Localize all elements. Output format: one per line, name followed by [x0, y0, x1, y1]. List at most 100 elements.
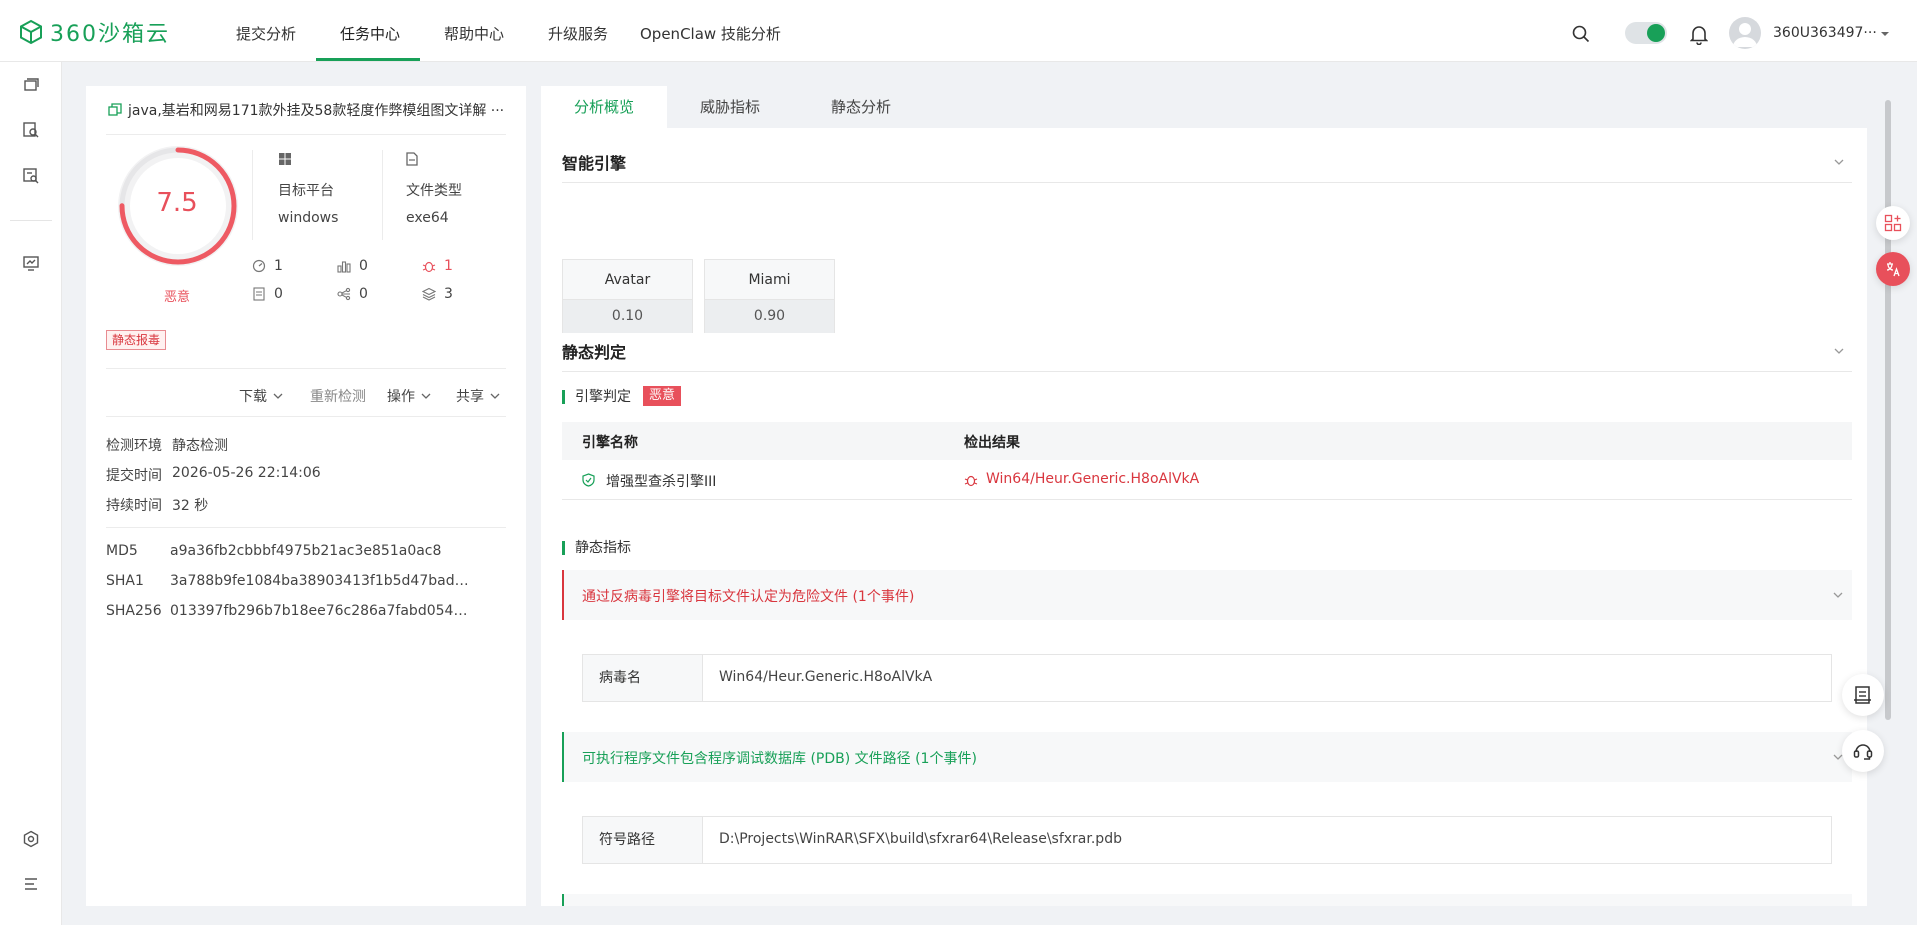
search-icon[interactable] — [1572, 25, 1590, 43]
analysis-area: 分析概览 威胁指标 静态分析 智能引擎 Avatar 0.10 Miami 0.… — [541, 86, 1867, 906]
malicious-badge: 恶意 — [643, 386, 682, 406]
theme-toggle[interactable] — [1625, 22, 1667, 44]
duration-value: 32 秒 — [172, 498, 209, 514]
monitor-chart-icon[interactable] — [22, 254, 40, 272]
sha256-value[interactable]: 013397fb296b7b18ee76c286a7fabd0544bb··· — [170, 603, 470, 619]
apps-add-icon — [1884, 214, 1902, 232]
stat-document: 0 — [252, 286, 283, 302]
detail-value: D:\Projects\WinRAR\SFX\build\sfxrar64\Re… — [719, 831, 1122, 847]
sha1-value[interactable]: 3a788b9fe1084ba38903413f1b5d47badb21··· — [170, 573, 470, 589]
smart-engine-title: 智能引擎 — [562, 154, 627, 173]
stat-gauge: 1 — [252, 258, 283, 274]
nav-active-indicator — [316, 58, 420, 61]
menu-collapse-icon[interactable] — [22, 875, 40, 893]
event-text: 通过反病毒引擎将目标文件认定为危险文件 (1个事件) — [582, 589, 915, 605]
overview-panel: 智能引擎 Avatar 0.10 Miami 0.90 静态判定 引擎判定 恶意… — [541, 128, 1867, 906]
task-search-icon[interactable] — [22, 167, 40, 185]
event-row-antivirus[interactable]: 通过反病毒引擎将目标文件认定为危险文件 (1个事件) — [562, 570, 1852, 620]
gauge-icon — [252, 259, 266, 273]
nav-submit-analysis[interactable]: 提交分析 — [236, 0, 296, 62]
chevron-down-icon[interactable] — [1833, 156, 1845, 168]
book-icon — [1854, 686, 1871, 704]
platform-label: 目标平台 — [278, 183, 334, 199]
event-bar — [562, 570, 564, 620]
stat-value: 0 — [274, 286, 283, 302]
tab-static-analysis[interactable]: 静态分析 — [793, 86, 929, 128]
event-row-pdb[interactable]: 可执行程序文件包含程序调试数据库 (PDB) 文件路径 (1个事件) — [562, 732, 1852, 782]
chart-icon — [337, 261, 351, 273]
layers-icon — [422, 287, 436, 301]
logo-text: 360沙箱云 — [50, 22, 170, 47]
divider — [562, 371, 1852, 372]
docs-float-button[interactable] — [1842, 674, 1884, 716]
nav-help-center[interactable]: 帮助中心 — [444, 0, 504, 62]
bell-icon[interactable] — [1690, 25, 1708, 45]
document-icon — [253, 287, 265, 301]
engine-value: 0.10 — [563, 300, 692, 333]
engine-table-header: 引擎名称 检出结果 — [562, 422, 1852, 460]
left-rail — [0, 62, 62, 925]
event-bar — [562, 894, 564, 906]
stat-value: 1 — [444, 258, 453, 274]
nav-task-center[interactable]: 任务中心 — [340, 0, 400, 62]
bug-icon — [964, 475, 978, 487]
sample-title[interactable]: java,基岩和网易171款外挂及58款轻度作弊模组图文详解 ··· — [106, 100, 506, 120]
avatar[interactable] — [1729, 17, 1761, 49]
engine-name: Miami — [705, 260, 834, 300]
engine-name: Avatar — [563, 260, 692, 300]
col-engine-name: 引擎名称 — [582, 435, 638, 451]
threat-score: 7.5 — [156, 188, 198, 218]
top-bar: 360沙箱云 提交分析 任务中心 帮助中心 升级服务 OpenClaw 技能分析… — [0, 0, 1917, 62]
stat-network: 0 — [337, 286, 368, 302]
chevron-down-icon[interactable] — [1833, 345, 1845, 357]
stat-value: 1 — [274, 258, 283, 274]
platform-value: windows — [278, 210, 339, 226]
chevron-down-icon — [421, 393, 431, 399]
apps-float-button[interactable] — [1876, 206, 1910, 240]
windows-icon — [279, 153, 291, 165]
md5-key: MD5 — [106, 543, 138, 559]
tab-threat-indicators[interactable]: 威胁指标 — [667, 86, 793, 128]
settings-icon[interactable] — [22, 830, 40, 848]
logo[interactable]: 360沙箱云 — [18, 18, 170, 47]
recheck-button[interactable]: 重新检测 — [310, 386, 366, 406]
nav-openclaw[interactable]: OpenClaw 技能分析 — [640, 0, 781, 62]
page-scrollbar[interactable] — [1885, 100, 1891, 720]
share-button[interactable]: 共享 — [456, 386, 500, 406]
nav-upgrade[interactable]: 升级服务 — [548, 0, 608, 62]
user-avatar-icon — [1733, 23, 1757, 47]
divider — [106, 134, 506, 135]
filetype-label: 文件类型 — [406, 183, 462, 199]
support-float-button[interactable] — [1842, 730, 1884, 772]
user-name[interactable]: 360U363497··· — [1773, 25, 1877, 41]
env-value: 静态检测 — [172, 438, 228, 454]
operate-button[interactable]: 操作 — [387, 386, 431, 406]
bug-icon — [422, 261, 436, 273]
event-row-next — [562, 894, 1852, 906]
translate-float-button[interactable] — [1876, 252, 1910, 286]
sample-summary-card: java,基岩和网易171款外挂及58款轻度作弊模组图文详解 ··· 7.5 恶… — [86, 86, 526, 906]
duration-key: 持续时间 — [106, 498, 162, 514]
operate-label: 操作 — [387, 389, 415, 405]
md5-value[interactable]: a9a36fb2cbbbf4975b21ac3e851a0ac8 — [170, 543, 470, 559]
download-button[interactable]: 下载 — [239, 386, 283, 406]
divider — [106, 416, 506, 417]
stat-chart: 0 — [337, 258, 368, 274]
result-cell[interactable]: Win64/Heur.Generic.H8oAlVkA — [986, 471, 1199, 487]
cube-logo-icon — [20, 19, 42, 45]
shield-icon — [582, 473, 595, 487]
stat-value: 0 — [359, 286, 368, 302]
report-search-icon[interactable] — [22, 121, 40, 139]
tab-overview[interactable]: 分析概览 — [541, 86, 667, 128]
stat-bug: 1 — [422, 258, 453, 274]
static-indicator-label: 静态指标 — [562, 541, 631, 555]
event-text: 可执行程序文件包含程序调试数据库 (PDB) 文件路径 (1个事件) — [582, 751, 977, 767]
stat-value: 3 — [444, 286, 453, 302]
engine-cell: 增强型查杀引擎III — [606, 474, 717, 490]
headset-icon — [1853, 744, 1873, 760]
sha256-key: SHA256 — [106, 603, 162, 619]
caret-down-icon[interactable] — [1880, 30, 1890, 38]
chevron-down-icon — [1833, 592, 1843, 598]
files-icon[interactable] — [22, 76, 40, 94]
submit-time-key: 提交时间 — [106, 468, 162, 484]
